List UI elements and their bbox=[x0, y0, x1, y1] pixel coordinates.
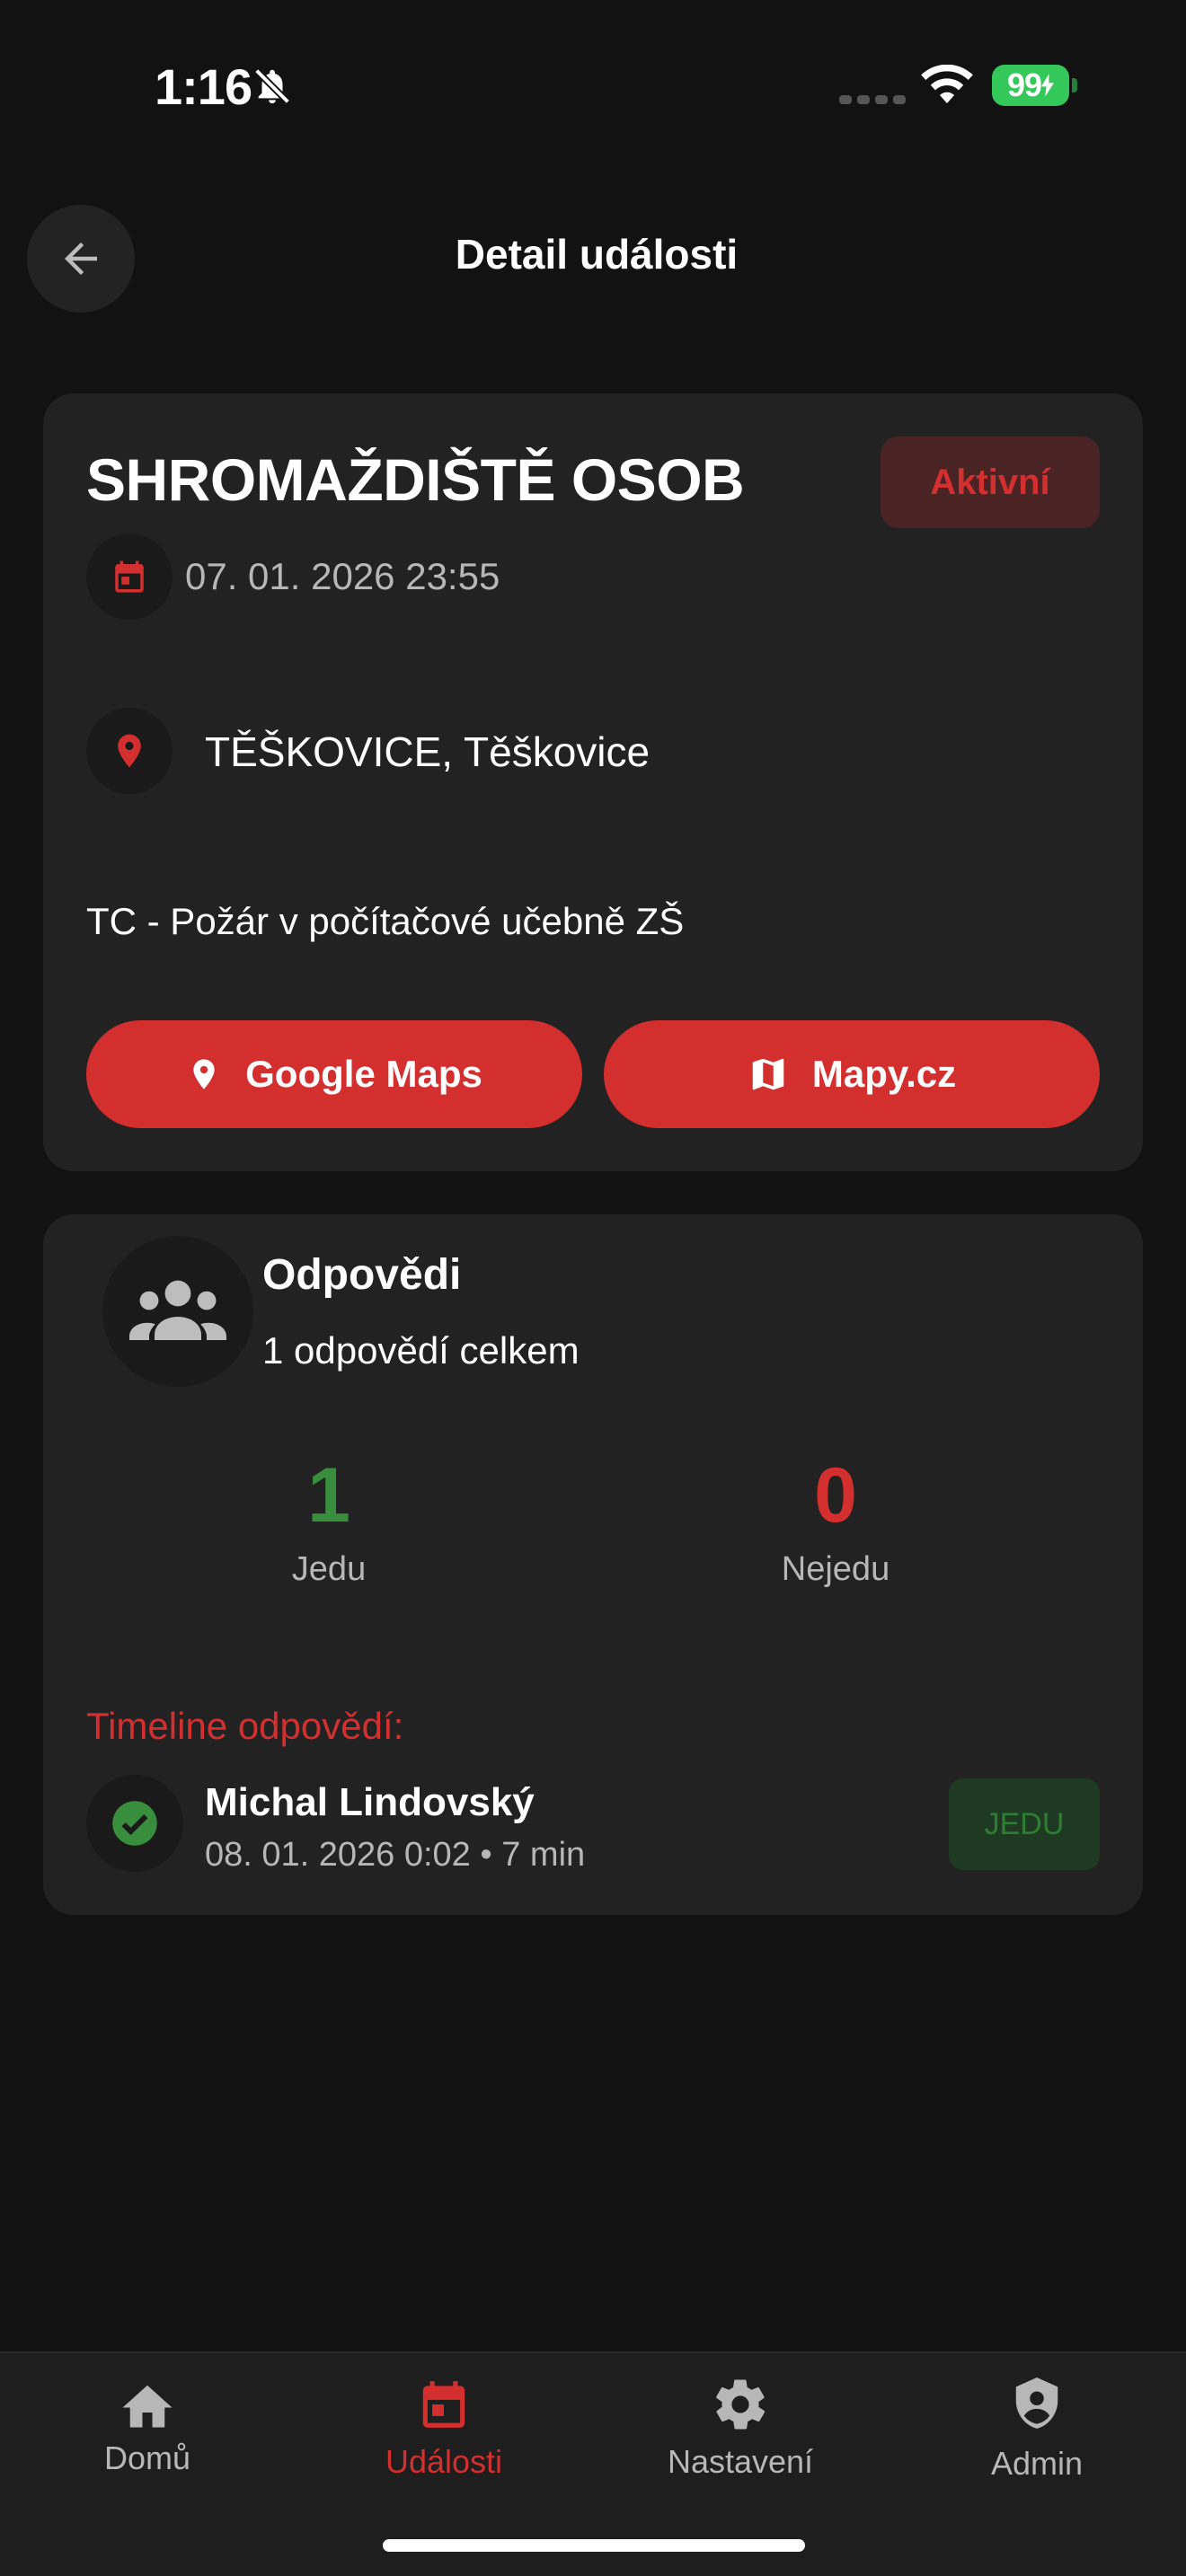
google-maps-label: Google Maps bbox=[245, 1053, 482, 1095]
responses-subtitle: 1 odpovědí celkem bbox=[262, 1329, 580, 1372]
gear-icon bbox=[716, 2379, 766, 2430]
stat-not-going-label: Nejedu bbox=[781, 1550, 890, 1588]
stat-going: 1 Jedu bbox=[194, 1457, 464, 1589]
responses-card: Odpovědi 1 odpovědí celkem 1 Jedu 0 Neje… bbox=[43, 1214, 1143, 1915]
event-datetime: 07. 01. 2026 23:55 bbox=[185, 555, 500, 597]
location-icon-container bbox=[86, 708, 173, 794]
timeline-status-badge: JEDU bbox=[949, 1778, 1100, 1870]
nav-label-settings: Nastavení bbox=[667, 2443, 814, 2480]
battery-indicator: 99 bbox=[992, 65, 1069, 106]
mapy-cz-button[interactable]: Mapy.cz bbox=[604, 1020, 1100, 1128]
home-icon bbox=[122, 2385, 173, 2428]
battery-tip bbox=[1072, 78, 1077, 93]
mapy-cz-label: Mapy.cz bbox=[811, 1053, 957, 1095]
check-circle-icon bbox=[112, 1801, 157, 1846]
bell-off-icon bbox=[252, 65, 293, 108]
page-title: Detail události bbox=[455, 231, 739, 278]
nav-item-settings[interactable]: Nastavení bbox=[633, 2375, 848, 2481]
wifi-icon bbox=[920, 65, 974, 106]
timeline-title: Timeline odpovědí: bbox=[86, 1705, 404, 1747]
stat-not-going-count: 0 bbox=[814, 1452, 857, 1539]
group-icon-container bbox=[102, 1236, 253, 1387]
nav-label-events: Události bbox=[385, 2443, 503, 2480]
map-icon bbox=[752, 1058, 784, 1090]
location-pin-icon bbox=[118, 734, 141, 768]
timeline-meta: 08. 01. 2026 0:02 • 7 min bbox=[205, 1836, 586, 1874]
home-indicator bbox=[383, 2539, 805, 2552]
stat-not-going: 0 Nejedu bbox=[701, 1457, 970, 1589]
event-description: TC - Požár v počítačové učebně ZŠ bbox=[86, 900, 685, 942]
google-maps-button[interactable]: Google Maps bbox=[86, 1020, 582, 1128]
group-icon bbox=[129, 1280, 226, 1340]
event-location: TĚŠKOVICE, Těškovice bbox=[205, 728, 651, 775]
nav-label-home: Domů bbox=[103, 2439, 191, 2476]
calendar-icon bbox=[115, 560, 144, 593]
admin-shield-icon bbox=[1015, 2378, 1058, 2429]
event-title: SHROMAŽDIŠTĚ OSOB bbox=[86, 446, 745, 513]
timeline-name: Michal Lindovský bbox=[205, 1780, 535, 1824]
status-badge: Aktivní bbox=[881, 437, 1100, 528]
nav-item-home[interactable]: Domů bbox=[40, 2375, 255, 2477]
battery-level: 99 bbox=[1006, 66, 1042, 103]
stat-going-count: 1 bbox=[307, 1452, 350, 1539]
charging-bolt-icon bbox=[1041, 74, 1055, 97]
date-icon-container bbox=[86, 534, 173, 620]
timeline-icon-container bbox=[86, 1775, 183, 1872]
status-time: 1:16 bbox=[155, 58, 252, 115]
responses-title: Odpovědi bbox=[262, 1251, 462, 1299]
calendar-icon bbox=[422, 2381, 465, 2428]
nav-item-events[interactable]: Události bbox=[336, 2375, 552, 2481]
status-bar: 1:16 99 bbox=[0, 0, 1186, 171]
event-card: SHROMAŽDIŠTĚ OSOB Aktivní 07. 01. 2026 2… bbox=[43, 393, 1143, 1171]
stat-going-label: Jedu bbox=[291, 1550, 367, 1588]
map-pin-icon bbox=[193, 1059, 215, 1090]
nav-label-admin: Admin bbox=[990, 2445, 1084, 2482]
nav-item-admin[interactable]: Admin bbox=[929, 2375, 1145, 2483]
signal-icon bbox=[839, 95, 906, 104]
